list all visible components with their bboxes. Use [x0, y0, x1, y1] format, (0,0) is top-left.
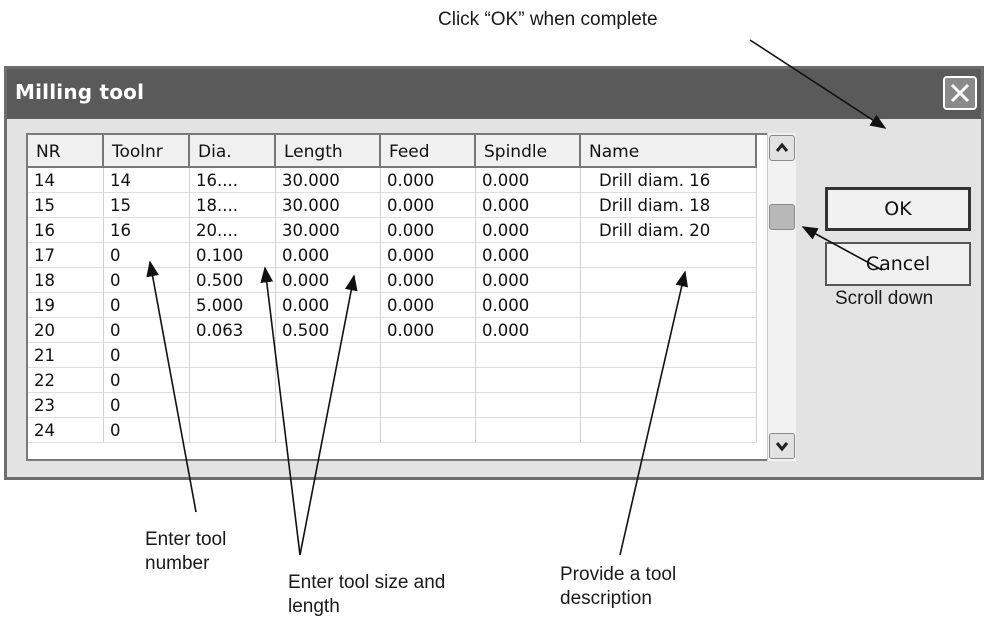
arrow-to-scrollbar — [801, 226, 883, 271]
arrow-to-diameter — [260, 266, 301, 556]
callout-arrows — [146, 39, 887, 556]
arrow-to-name — [619, 270, 689, 556]
arrow-to-toolnr — [146, 260, 197, 513]
arrow-to-length — [299, 274, 358, 556]
arrow-to-ok — [749, 39, 887, 129]
